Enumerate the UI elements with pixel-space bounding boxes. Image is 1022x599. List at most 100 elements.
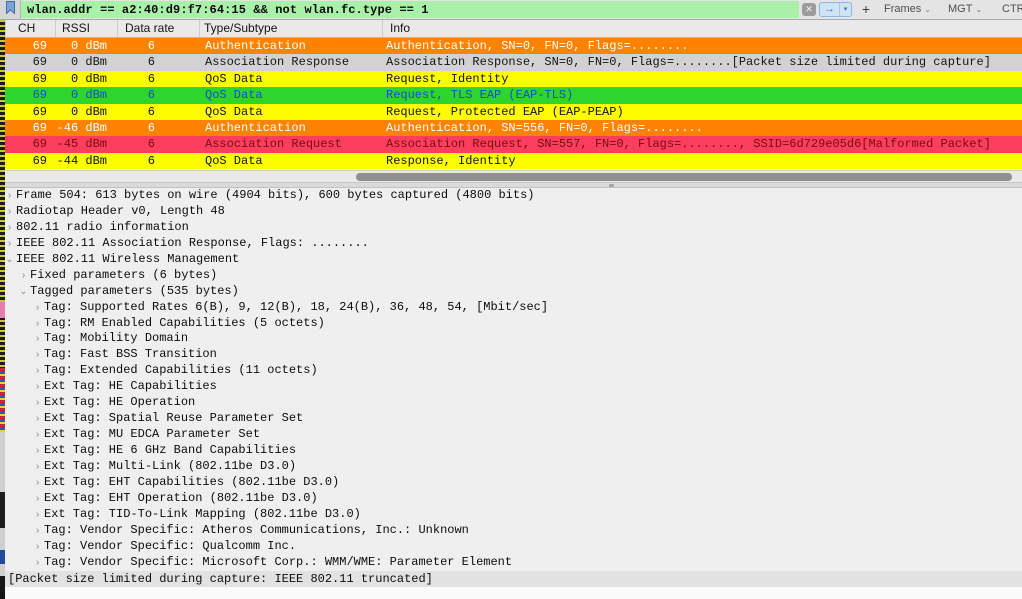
packet-row[interactable]: 690 dBm6QoS DataRequest, Identity [0,71,1022,87]
chevron-right-icon[interactable]: › [31,331,44,347]
filter-apply-button[interactable]: → ▾ [819,2,852,17]
chevron-right-icon[interactable]: › [31,347,44,363]
filter-bookmark-button[interactable] [0,0,21,19]
detail-text: Ext Tag: HE Operation [44,395,195,411]
chevron-down-icon: ⌄ [924,5,931,14]
chevron-right-icon[interactable]: › [31,427,44,443]
bookmark-icon [5,1,16,19]
chevron-right-icon[interactable]: › [31,395,44,411]
detail-tree-item[interactable]: ›Tag: Fast BSS Transition [0,347,1022,363]
shortcut-label: Frames [884,3,921,15]
column-header-rssi[interactable]: RSSI [56,20,118,37]
detail-tree-item[interactable]: ›Ext Tag: EHT Capabilities (802.11be D3.… [0,475,1022,491]
detail-text: Frame 504: 613 bytes on wire (4904 bits)… [16,188,534,204]
filter-shortcut-ctr[interactable]: CTR [1002,0,1022,19]
display-filter-input[interactable]: wlan.addr == a2:40:d9:f7:64:15 && not wl… [21,1,799,18]
detail-text: Ext Tag: EHT Operation (802.11be D3.0) [44,491,318,507]
horizontal-scrollbar-thumb[interactable] [356,173,1012,181]
chevron-right-icon[interactable]: › [31,491,44,507]
detail-tree-item[interactable]: ›Tag: RM Enabled Capabilities (5 octets) [0,316,1022,332]
cell-ch: 69 [6,104,56,120]
detail-tree-item[interactable]: ›Ext Tag: TID-To-Link Mapping (802.11be … [0,507,1022,523]
chevron-right-icon[interactable]: › [31,411,44,427]
chevron-right-icon[interactable]: › [3,204,16,220]
detail-tree-item[interactable]: ›Ext Tag: HE Capabilities [0,379,1022,395]
chevron-right-icon[interactable]: › [31,363,44,379]
detail-tree-item[interactable]: ›Tag: Supported Rates 6(B), 9, 12(B), 18… [0,300,1022,316]
chevron-down-icon[interactable]: ⌄ [3,252,16,268]
chevron-right-icon[interactable]: › [3,236,16,252]
horizontal-scrollbar[interactable] [0,170,1022,182]
column-header-info[interactable]: Info [383,20,1022,37]
detail-tree-item[interactable]: ›Tag: Vendor Specific: Qualcomm Inc. [0,539,1022,555]
cell-info: Response, Identity [383,153,1022,169]
packet-row[interactable]: 690 dBm6QoS DataRequest, Protected EAP (… [0,104,1022,120]
cell-info: Association Response, SN=0, FN=0, Flags=… [383,54,1022,70]
chevron-right-icon[interactable]: › [31,379,44,395]
detail-tree-item[interactable]: ⌄Tagged parameters (535 bytes) [0,284,1022,300]
chevron-right-icon[interactable]: › [31,475,44,491]
detail-tree-item[interactable]: ›Tag: Vendor Specific: Microsoft Corp.: … [0,555,1022,571]
chevron-right-icon[interactable]: › [3,220,16,236]
detail-text: IEEE 802.11 Association Response, Flags:… [16,236,369,252]
filter-shortcut-mgt[interactable]: MGT⌄ [948,0,982,19]
filter-add-button[interactable]: + [858,0,874,19]
column-header-ch[interactable]: CH [6,20,56,37]
chevron-right-icon[interactable]: › [31,507,44,523]
detail-tree-item[interactable]: ›Radiotap Header v0, Length 48 [0,204,1022,220]
packet-details-pane: ›Frame 504: 613 bytes on wire (4904 bits… [0,188,1022,571]
chevron-down-icon[interactable]: ⌄ [17,284,30,300]
detail-tree-item[interactable]: ›Fixed parameters (6 bytes) [0,268,1022,284]
packet-row[interactable]: 69-46 dBm6AuthenticationAuthentication, … [0,120,1022,136]
packet-row[interactable]: 69-45 dBm6Association RequestAssociation… [0,136,1022,152]
detail-text: Ext Tag: HE 6 GHz Band Capabilities [44,443,296,459]
cell-type-subtype: QoS Data [200,104,383,120]
detail-text: Radiotap Header v0, Length 48 [16,204,225,220]
packet-row[interactable]: 690 dBm6Association ResponseAssociation … [0,54,1022,70]
packet-row[interactable]: 690 dBm6AuthenticationAuthentication, SN… [0,38,1022,54]
chevron-right-icon[interactable]: › [31,523,44,539]
packet-list-header: CH RSSI Data rate Type/Subtype Info [0,20,1022,38]
detail-text: Tag: Mobility Domain [44,331,188,347]
chevron-right-icon[interactable]: › [31,555,44,571]
chevron-right-icon[interactable]: › [3,188,16,204]
detail-tree-item[interactable]: ›Tag: Vendor Specific: Atheros Communica… [0,523,1022,539]
cell-data-rate: 6 [118,54,200,70]
chevron-right-icon[interactable]: › [31,459,44,475]
cell-ch: 69 [6,87,56,103]
column-header-data-rate[interactable]: Data rate [118,20,200,37]
column-header-type-subtype[interactable]: Type/Subtype [200,20,383,37]
detail-tree-item[interactable]: ›Ext Tag: Multi-Link (802.11be D3.0) [0,459,1022,475]
chevron-right-icon[interactable]: › [17,268,30,284]
cell-ch: 69 [6,54,56,70]
cell-info: Authentication, SN=0, FN=0, Flags=......… [383,38,1022,54]
apply-arrow-icon: → [820,3,840,16]
detail-tree-item[interactable]: ›Ext Tag: Spatial Reuse Parameter Set [0,411,1022,427]
packet-row[interactable]: 690 dBm6QoS DataRequest, TLS EAP (EAP-TL… [0,87,1022,103]
filter-shortcut-frames[interactable]: Frames⌄ [884,0,931,19]
filter-clear-button[interactable]: ✕ [802,3,816,16]
detail-tree-item[interactable]: ›Ext Tag: HE Operation [0,395,1022,411]
detail-tree-item[interactable]: ›Frame 504: 613 bytes on wire (4904 bits… [0,188,1022,204]
chevron-right-icon[interactable]: › [31,300,44,316]
detail-tree-item[interactable]: ›Ext Tag: EHT Operation (802.11be D3.0) [0,491,1022,507]
packet-row[interactable]: 69-44 dBm6QoS DataResponse, Identity [0,153,1022,169]
cell-data-rate: 6 [118,120,200,136]
cell-info: Request, TLS EAP (EAP-TLS) [383,87,1022,103]
truncated-status-line[interactable]: [Packet size limited during capture: IEE… [0,571,1022,587]
splitter-handle[interactable] [609,184,614,187]
detail-tree-item[interactable]: ›Ext Tag: HE 6 GHz Band Capabilities [0,443,1022,459]
chevron-right-icon[interactable]: › [31,443,44,459]
detail-tree-item[interactable]: ›Ext Tag: MU EDCA Parameter Set [0,427,1022,443]
shortcut-label: CTR [1002,3,1022,15]
chevron-right-icon[interactable]: › [31,539,44,555]
chevron-right-icon[interactable]: › [31,316,44,332]
detail-text: Tag: RM Enabled Capabilities (5 octets) [44,316,325,332]
detail-tree-item[interactable]: ›Tag: Mobility Domain [0,331,1022,347]
cell-data-rate: 6 [118,71,200,87]
detail-tree-item[interactable]: ›Tag: Extended Capabilities (11 octets) [0,363,1022,379]
apply-dropdown-caret-icon[interactable]: ▾ [840,3,851,16]
detail-tree-item[interactable]: ›IEEE 802.11 Association Response, Flags… [0,236,1022,252]
detail-tree-item[interactable]: ⌄IEEE 802.11 Wireless Management [0,252,1022,268]
detail-tree-item[interactable]: ›802.11 radio information [0,220,1022,236]
